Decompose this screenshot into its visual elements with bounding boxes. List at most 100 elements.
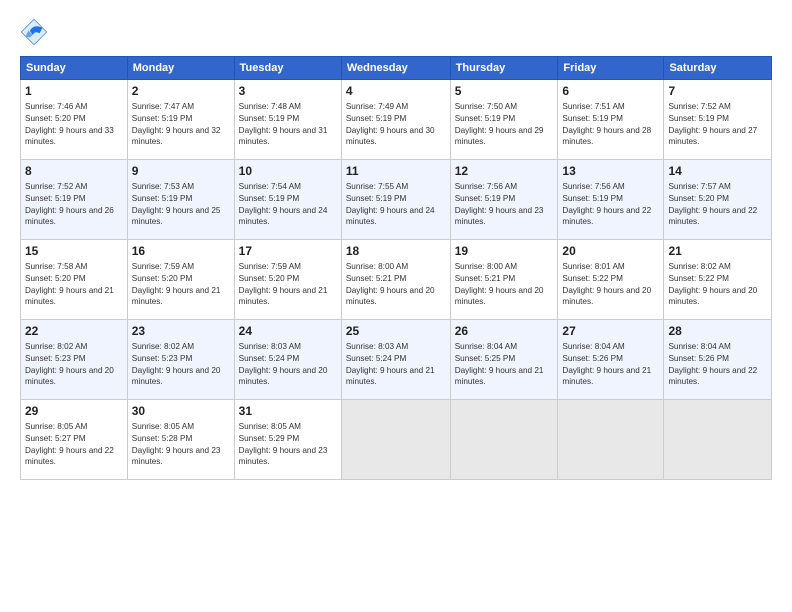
day-info: Sunrise: 7:53 AMSunset: 5:19 PMDaylight:…	[132, 182, 221, 227]
day-number: 19	[455, 243, 554, 260]
calendar-cell: 13 Sunrise: 7:56 AMSunset: 5:19 PMDaylig…	[558, 160, 664, 240]
day-info: Sunrise: 7:59 AMSunset: 5:20 PMDaylight:…	[239, 262, 328, 307]
calendar-week-1: 1 Sunrise: 7:46 AMSunset: 5:20 PMDayligh…	[21, 80, 772, 160]
day-number: 5	[455, 83, 554, 100]
day-number: 20	[562, 243, 659, 260]
calendar-cell: 9 Sunrise: 7:53 AMSunset: 5:19 PMDayligh…	[127, 160, 234, 240]
calendar-cell: 12 Sunrise: 7:56 AMSunset: 5:19 PMDaylig…	[450, 160, 558, 240]
day-number: 14	[668, 163, 767, 180]
day-info: Sunrise: 8:05 AMSunset: 5:28 PMDaylight:…	[132, 422, 221, 467]
calendar-table: SundayMondayTuesdayWednesdayThursdayFrid…	[20, 56, 772, 480]
calendar-header-monday: Monday	[127, 57, 234, 80]
day-number: 24	[239, 323, 337, 340]
day-number: 26	[455, 323, 554, 340]
calendar-cell: 10 Sunrise: 7:54 AMSunset: 5:19 PMDaylig…	[234, 160, 341, 240]
day-number: 3	[239, 83, 337, 100]
day-number: 27	[562, 323, 659, 340]
day-number: 2	[132, 83, 230, 100]
day-number: 30	[132, 403, 230, 420]
day-info: Sunrise: 7:50 AMSunset: 5:19 PMDaylight:…	[455, 102, 544, 147]
day-number: 31	[239, 403, 337, 420]
calendar-cell	[450, 400, 558, 480]
day-info: Sunrise: 8:04 AMSunset: 5:25 PMDaylight:…	[455, 342, 544, 387]
day-info: Sunrise: 7:54 AMSunset: 5:19 PMDaylight:…	[239, 182, 328, 227]
day-info: Sunrise: 8:04 AMSunset: 5:26 PMDaylight:…	[562, 342, 651, 387]
calendar-header-tuesday: Tuesday	[234, 57, 341, 80]
calendar-week-2: 8 Sunrise: 7:52 AMSunset: 5:19 PMDayligh…	[21, 160, 772, 240]
calendar-cell: 26 Sunrise: 8:04 AMSunset: 5:25 PMDaylig…	[450, 320, 558, 400]
calendar-cell: 18 Sunrise: 8:00 AMSunset: 5:21 PMDaylig…	[341, 240, 450, 320]
day-number: 11	[346, 163, 446, 180]
day-number: 10	[239, 163, 337, 180]
calendar-cell: 22 Sunrise: 8:02 AMSunset: 5:23 PMDaylig…	[21, 320, 128, 400]
day-number: 23	[132, 323, 230, 340]
calendar-cell: 29 Sunrise: 8:05 AMSunset: 5:27 PMDaylig…	[21, 400, 128, 480]
calendar-header-saturday: Saturday	[664, 57, 772, 80]
calendar-header-row: SundayMondayTuesdayWednesdayThursdayFrid…	[21, 57, 772, 80]
calendar-cell: 27 Sunrise: 8:04 AMSunset: 5:26 PMDaylig…	[558, 320, 664, 400]
day-info: Sunrise: 8:02 AMSunset: 5:22 PMDaylight:…	[668, 262, 757, 307]
day-info: Sunrise: 7:56 AMSunset: 5:19 PMDaylight:…	[562, 182, 651, 227]
day-info: Sunrise: 7:52 AMSunset: 5:19 PMDaylight:…	[668, 102, 757, 147]
calendar-cell: 11 Sunrise: 7:55 AMSunset: 5:19 PMDaylig…	[341, 160, 450, 240]
calendar-cell	[341, 400, 450, 480]
day-info: Sunrise: 8:00 AMSunset: 5:21 PMDaylight:…	[455, 262, 544, 307]
calendar-cell: 17 Sunrise: 7:59 AMSunset: 5:20 PMDaylig…	[234, 240, 341, 320]
calendar-cell: 23 Sunrise: 8:02 AMSunset: 5:23 PMDaylig…	[127, 320, 234, 400]
calendar-week-4: 22 Sunrise: 8:02 AMSunset: 5:23 PMDaylig…	[21, 320, 772, 400]
calendar-cell: 15 Sunrise: 7:58 AMSunset: 5:20 PMDaylig…	[21, 240, 128, 320]
day-number: 8	[25, 163, 123, 180]
calendar-cell: 25 Sunrise: 8:03 AMSunset: 5:24 PMDaylig…	[341, 320, 450, 400]
day-info: Sunrise: 7:55 AMSunset: 5:19 PMDaylight:…	[346, 182, 435, 227]
calendar-cell: 14 Sunrise: 7:57 AMSunset: 5:20 PMDaylig…	[664, 160, 772, 240]
day-info: Sunrise: 7:52 AMSunset: 5:19 PMDaylight:…	[25, 182, 114, 227]
page-container: SundayMondayTuesdayWednesdayThursdayFrid…	[0, 0, 792, 490]
day-number: 9	[132, 163, 230, 180]
day-info: Sunrise: 8:02 AMSunset: 5:23 PMDaylight:…	[132, 342, 221, 387]
calendar-cell: 1 Sunrise: 7:46 AMSunset: 5:20 PMDayligh…	[21, 80, 128, 160]
calendar-header-wednesday: Wednesday	[341, 57, 450, 80]
calendar-cell: 20 Sunrise: 8:01 AMSunset: 5:22 PMDaylig…	[558, 240, 664, 320]
calendar-cell	[558, 400, 664, 480]
day-number: 21	[668, 243, 767, 260]
calendar-cell: 6 Sunrise: 7:51 AMSunset: 5:19 PMDayligh…	[558, 80, 664, 160]
calendar-cell: 4 Sunrise: 7:49 AMSunset: 5:19 PMDayligh…	[341, 80, 450, 160]
day-info: Sunrise: 8:04 AMSunset: 5:26 PMDaylight:…	[668, 342, 757, 387]
day-number: 16	[132, 243, 230, 260]
day-info: Sunrise: 8:00 AMSunset: 5:21 PMDaylight:…	[346, 262, 435, 307]
calendar-cell: 16 Sunrise: 7:59 AMSunset: 5:20 PMDaylig…	[127, 240, 234, 320]
logo-icon	[20, 18, 48, 46]
day-info: Sunrise: 8:03 AMSunset: 5:24 PMDaylight:…	[239, 342, 328, 387]
day-info: Sunrise: 8:03 AMSunset: 5:24 PMDaylight:…	[346, 342, 435, 387]
calendar-header-friday: Friday	[558, 57, 664, 80]
calendar-cell: 2 Sunrise: 7:47 AMSunset: 5:19 PMDayligh…	[127, 80, 234, 160]
calendar-cell: 8 Sunrise: 7:52 AMSunset: 5:19 PMDayligh…	[21, 160, 128, 240]
calendar-week-3: 15 Sunrise: 7:58 AMSunset: 5:20 PMDaylig…	[21, 240, 772, 320]
calendar-cell: 7 Sunrise: 7:52 AMSunset: 5:19 PMDayligh…	[664, 80, 772, 160]
calendar-cell: 19 Sunrise: 8:00 AMSunset: 5:21 PMDaylig…	[450, 240, 558, 320]
day-number: 4	[346, 83, 446, 100]
day-info: Sunrise: 7:58 AMSunset: 5:20 PMDaylight:…	[25, 262, 114, 307]
logo	[20, 18, 52, 46]
day-info: Sunrise: 7:56 AMSunset: 5:19 PMDaylight:…	[455, 182, 544, 227]
calendar-cell: 30 Sunrise: 8:05 AMSunset: 5:28 PMDaylig…	[127, 400, 234, 480]
calendar-header-thursday: Thursday	[450, 57, 558, 80]
calendar-cell: 28 Sunrise: 8:04 AMSunset: 5:26 PMDaylig…	[664, 320, 772, 400]
day-number: 13	[562, 163, 659, 180]
calendar-cell: 21 Sunrise: 8:02 AMSunset: 5:22 PMDaylig…	[664, 240, 772, 320]
day-number: 1	[25, 83, 123, 100]
calendar-cell: 24 Sunrise: 8:03 AMSunset: 5:24 PMDaylig…	[234, 320, 341, 400]
day-info: Sunrise: 7:49 AMSunset: 5:19 PMDaylight:…	[346, 102, 435, 147]
day-number: 18	[346, 243, 446, 260]
day-info: Sunrise: 7:48 AMSunset: 5:19 PMDaylight:…	[239, 102, 328, 147]
day-info: Sunrise: 8:02 AMSunset: 5:23 PMDaylight:…	[25, 342, 114, 387]
day-info: Sunrise: 7:47 AMSunset: 5:19 PMDaylight:…	[132, 102, 221, 147]
calendar-cell: 5 Sunrise: 7:50 AMSunset: 5:19 PMDayligh…	[450, 80, 558, 160]
day-info: Sunrise: 7:46 AMSunset: 5:20 PMDaylight:…	[25, 102, 114, 147]
calendar-header-sunday: Sunday	[21, 57, 128, 80]
calendar-cell: 3 Sunrise: 7:48 AMSunset: 5:19 PMDayligh…	[234, 80, 341, 160]
day-number: 25	[346, 323, 446, 340]
day-number: 6	[562, 83, 659, 100]
day-number: 22	[25, 323, 123, 340]
day-info: Sunrise: 7:51 AMSunset: 5:19 PMDaylight:…	[562, 102, 651, 147]
